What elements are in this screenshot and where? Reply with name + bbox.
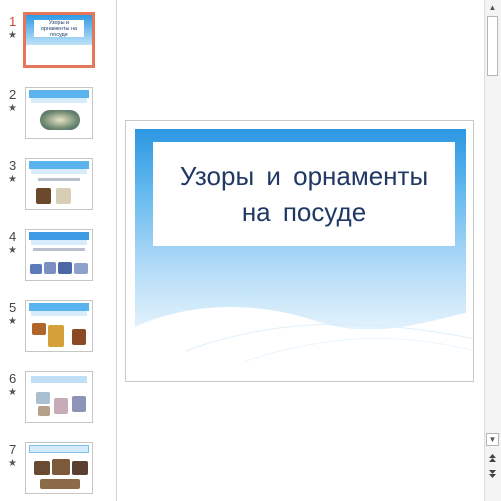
tableware-image [40, 479, 80, 489]
tableware-image [72, 329, 86, 345]
tableware-image [34, 461, 50, 475]
tableware-image [44, 262, 56, 274]
animation-star-icon: ★ [8, 30, 17, 41]
slide-thumbnail-3[interactable]: 3 ★ [0, 158, 116, 226]
scroll-thumb[interactable] [487, 16, 498, 76]
tableware-image [72, 396, 86, 412]
slide-preview [25, 158, 93, 210]
slide-preview [25, 371, 93, 423]
scroll-up-icon[interactable]: ▲ [486, 2, 499, 14]
slide-thumbnail-6[interactable]: 6 ★ [0, 371, 116, 439]
tableware-image [72, 461, 88, 475]
tableware-image [36, 188, 51, 204]
slide-thumbnail-4[interactable]: 4 ★ [0, 229, 116, 297]
tableware-image [54, 398, 68, 414]
tableware-image [30, 264, 42, 274]
slide-preview [25, 300, 93, 352]
animation-star-icon: ★ [8, 316, 17, 327]
animation-star-icon: ★ [8, 245, 17, 256]
tableware-image [52, 459, 70, 475]
slide-number: 3 [9, 158, 17, 173]
slide-number: 4 [9, 229, 17, 244]
slide-number: 2 [9, 87, 17, 102]
slide-title[interactable]: Узоры и орнаменты на посуде [153, 158, 455, 230]
slide-preview: Узоры и орнаменты на посуде [23, 12, 95, 68]
tableware-image [74, 263, 88, 274]
powerpoint-editor: 1 ★ Узоры и орнаменты на посуде 2 ★ 3 ★ … [0, 0, 501, 501]
tableware-image [48, 325, 64, 347]
slide-canvas[interactable]: Узоры и орнаменты на посуде [125, 120, 474, 382]
slide-number: 5 [9, 300, 17, 315]
tableware-image [32, 323, 46, 335]
slide-preview [25, 442, 93, 494]
slide-thumbnail-7[interactable]: 7 ★ [0, 442, 116, 501]
slide-thumbnail-5[interactable]: 5 ★ [0, 300, 116, 368]
slide-preview [25, 229, 93, 281]
animation-star-icon: ★ [8, 103, 17, 114]
previous-slide-icon[interactable] [486, 452, 499, 466]
next-slide-icon[interactable] [486, 468, 499, 482]
tableware-image [56, 188, 71, 204]
tableware-image [38, 406, 50, 416]
tableware-image [40, 110, 80, 130]
title-placeholder[interactable]: Узоры и орнаменты на посуде [153, 142, 455, 246]
slide-preview [25, 87, 93, 139]
wave-decoration [126, 307, 473, 381]
slide-preview-title: Узоры и орнаменты на посуде [33, 20, 85, 38]
slide-thumbnail-1[interactable]: 1 ★ Узоры и орнаменты на посуде [0, 12, 116, 82]
tableware-image [36, 392, 50, 404]
animation-star-icon: ★ [8, 387, 17, 398]
panel-splitter[interactable] [116, 0, 117, 501]
animation-star-icon: ★ [8, 458, 17, 469]
slide-thumbnails-panel: 1 ★ Узоры и орнаменты на посуде 2 ★ 3 ★ … [0, 0, 116, 501]
slide-thumbnail-2[interactable]: 2 ★ [0, 87, 116, 155]
tableware-image [58, 262, 72, 274]
animation-star-icon: ★ [8, 174, 17, 185]
slide-number: 1 [9, 14, 17, 29]
scroll-down-icon[interactable]: ▼ [486, 433, 499, 446]
slide-number: 7 [9, 442, 17, 457]
slide-number: 6 [9, 371, 17, 386]
wave-decoration [26, 47, 92, 65]
